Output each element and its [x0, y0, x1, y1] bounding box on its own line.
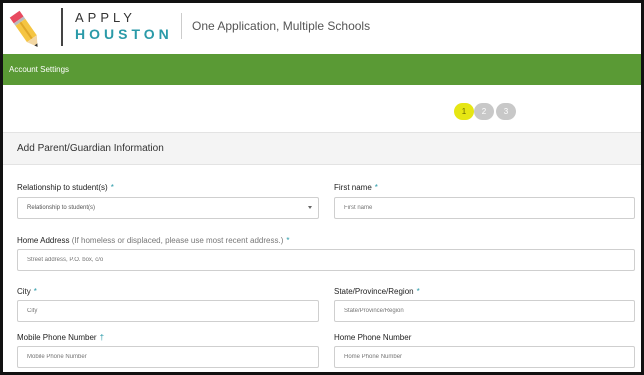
required-marker: * — [286, 236, 290, 245]
city-label: City * — [17, 287, 37, 296]
pencil-logo-icon — [9, 10, 38, 47]
state-input[interactable] — [344, 308, 634, 314]
required-marker: * — [33, 287, 37, 296]
tagline-divider — [181, 13, 182, 39]
relationship-select[interactable]: Relationship to student(s) — [17, 197, 319, 219]
home-phone-input[interactable] — [344, 354, 634, 360]
home-address-field[interactable] — [17, 249, 635, 271]
nav-bar: Account Settings — [3, 54, 641, 85]
mobile-phone-label: Mobile Phone Number † — [17, 333, 105, 342]
first-name-field[interactable] — [334, 197, 635, 219]
brand-houston: HOUSTON — [75, 26, 173, 42]
home-address-label: Home Address (If homeless or displaced, … — [17, 236, 290, 245]
site-header: APPLY HOUSTON One Application, Multiple … — [3, 3, 641, 53]
home-address-hint: (If homeless or displaced, please use mo… — [71, 236, 284, 245]
step-1[interactable]: 1 — [454, 103, 474, 120]
stepper: 1 2 3 — [3, 85, 641, 132]
required-marker: * — [374, 183, 378, 192]
mobile-phone-field[interactable] — [17, 346, 319, 368]
app-window: APPLY HOUSTON One Application, Multiple … — [0, 0, 644, 375]
city-field[interactable] — [17, 300, 319, 322]
mobile-phone-input[interactable] — [27, 354, 318, 360]
tagline: One Application, Multiple Schools — [192, 19, 371, 33]
first-name-label: First name * — [334, 183, 378, 192]
chevron-down-icon — [308, 206, 312, 209]
required-marker: † — [99, 333, 105, 342]
step-3[interactable]: 3 — [496, 103, 516, 120]
state-field[interactable] — [334, 300, 635, 322]
first-name-input[interactable] — [344, 205, 634, 211]
required-marker: * — [416, 287, 420, 296]
city-input[interactable] — [27, 308, 318, 314]
required-marker: * — [110, 183, 114, 192]
brand-divider — [61, 8, 63, 46]
home-phone-field[interactable] — [334, 346, 635, 368]
section-header: Add Parent/Guardian Information — [3, 132, 641, 165]
section-title: Add Parent/Guardian Information — [17, 143, 164, 154]
home-phone-label: Home Phone Number — [334, 333, 412, 342]
state-label: State/Province/Region * — [334, 287, 420, 296]
nav-account-settings[interactable]: Account Settings — [9, 65, 69, 74]
relationship-label: Relationship to student(s) * — [17, 183, 114, 192]
home-address-input[interactable] — [27, 257, 634, 263]
brand-apply: APPLY — [75, 10, 136, 25]
step-2[interactable]: 2 — [474, 103, 494, 120]
